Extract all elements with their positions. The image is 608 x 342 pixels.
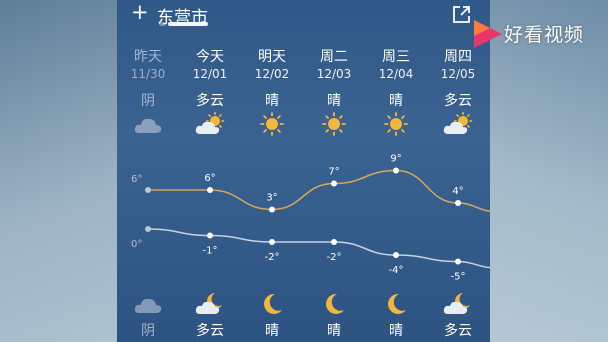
- watermark-text: 好看视频: [504, 24, 585, 46]
- date-label: 12/04: [378, 67, 414, 81]
- low-temp-label: -2°: [265, 252, 280, 263]
- high-temp-label: 6°: [204, 173, 215, 184]
- high-temp-point: [331, 180, 337, 187]
- temperature-chart: 6° 6° 3° 7° 9° 4° 0° -1° -2° -2° -4° -5°: [131, 154, 490, 281]
- low-temp-point: [269, 239, 275, 245]
- low-temp-point: [145, 226, 151, 232]
- high-temp-point: [269, 206, 275, 213]
- low-temp-point: [331, 239, 337, 245]
- high-temp-point: [145, 187, 151, 193]
- day-label: 周三: [382, 49, 410, 65]
- play-triangle-logo-icon: [474, 20, 502, 48]
- day-label: 明天: [258, 49, 286, 65]
- night-condition: 晴: [389, 323, 403, 339]
- low-temp-point: [455, 258, 461, 265]
- night-condition: 阴: [141, 323, 155, 339]
- cloud-icon: [134, 118, 162, 133]
- day-condition: 阴: [141, 93, 155, 109]
- high-temp-point: [393, 167, 399, 174]
- moon-icon: [388, 293, 406, 314]
- low-temp-label: 0°: [131, 239, 142, 250]
- partly-cloudy-sun-icon: [195, 112, 225, 134]
- sun-icon: [260, 112, 284, 136]
- high-temp-label: 6°: [131, 174, 142, 185]
- night-condition: 晴: [265, 323, 279, 339]
- cloud-icon: [134, 298, 162, 313]
- high-temp-point: [455, 200, 461, 206]
- partly-cloudy-moon-icon: [443, 293, 470, 314]
- low-temp-point: [393, 252, 399, 258]
- day-label: 今天: [196, 49, 224, 65]
- low-temp-label: -2°: [327, 252, 342, 263]
- date-label: 12/05: [440, 67, 476, 81]
- day-label: 昨天: [134, 49, 162, 65]
- night-condition: 多云: [196, 323, 224, 339]
- high-temp-label: 3°: [266, 193, 277, 204]
- day-label: 周二: [320, 49, 348, 65]
- day-condition: 多云: [196, 93, 224, 109]
- low-temp-label: -5°: [451, 272, 466, 281]
- date-label: 12/02: [254, 67, 290, 81]
- night-condition: 晴: [327, 323, 341, 339]
- high-temp-label: 9°: [390, 154, 401, 165]
- date-label: 11/30: [130, 67, 166, 81]
- high-temp-line: [147, 169, 490, 212]
- day-condition: 晴: [327, 93, 341, 109]
- sun-icon: [322, 112, 346, 136]
- moon-icon: [264, 293, 282, 314]
- moon-icon: [326, 293, 344, 314]
- low-temp-label: -1°: [203, 246, 218, 257]
- date-label: 12/01: [192, 67, 228, 81]
- background-left: [0, 0, 117, 342]
- weather-screen: + 东营市 昨天 11/30 阴 阴今天 12/01 多云 多云 明天 12/02…: [117, 0, 490, 342]
- low-temp-point: [207, 232, 213, 239]
- night-condition: 多云: [444, 323, 472, 339]
- day-condition: 晴: [265, 93, 279, 109]
- high-temp-point: [207, 187, 213, 193]
- high-temp-label: 7°: [328, 167, 339, 178]
- day-condition: 多云: [444, 93, 472, 109]
- high-temp-label: 4°: [452, 186, 463, 197]
- low-temp-label: -4°: [389, 265, 404, 276]
- date-label: 12/03: [316, 67, 352, 81]
- partly-cloudy-sun-icon: [443, 112, 473, 134]
- low-temp-line: [147, 228, 490, 269]
- day-condition: 晴: [389, 93, 403, 109]
- partly-cloudy-moon-icon: [195, 293, 222, 314]
- sun-icon: [384, 112, 408, 136]
